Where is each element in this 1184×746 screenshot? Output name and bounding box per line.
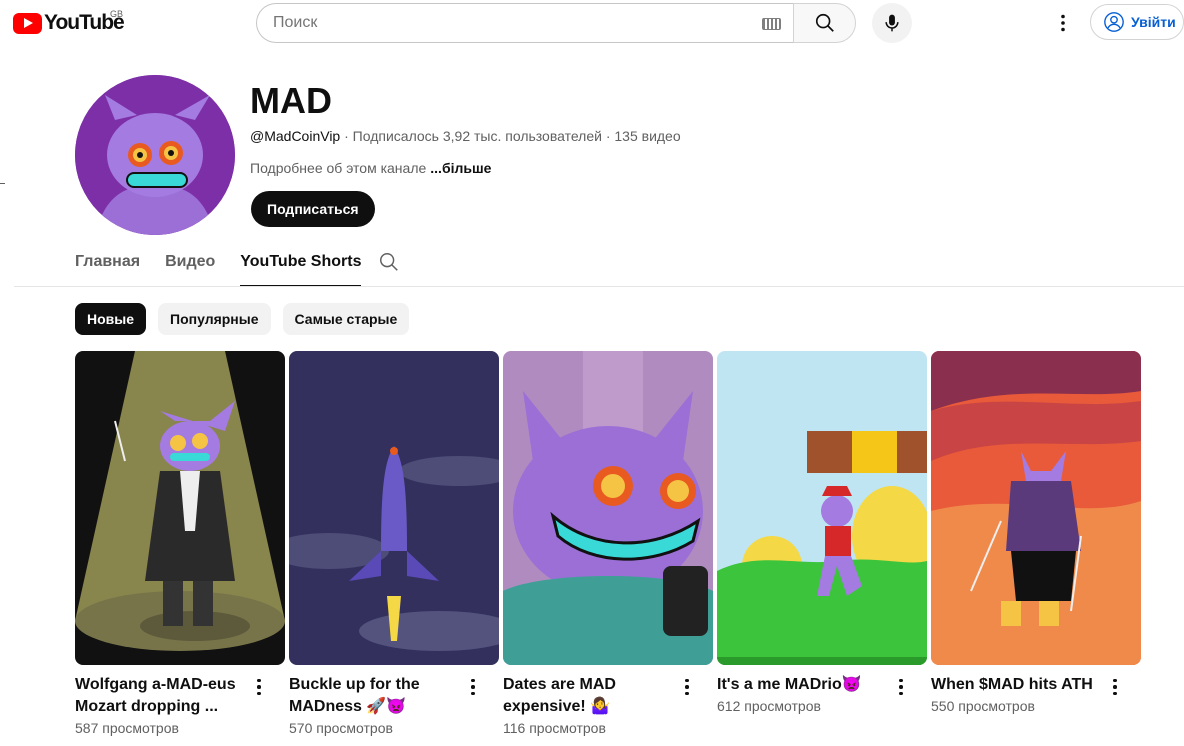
tab-home[interactable]: Главная [75,246,140,286]
keyboard-icon[interactable] [762,18,781,30]
short-item[interactable]: It's a me MADrio👿 612 просмотров [717,351,927,736]
chip-oldest[interactable]: Самые старые [282,303,410,335]
short-menu-button[interactable] [677,675,697,699]
sort-chips: Новые Популярные Самые старые [75,303,421,335]
short-menu-button[interactable] [249,675,269,699]
signin-button[interactable]: Увійти [1090,4,1184,40]
short-thumbnail[interactable] [717,351,927,665]
short-item[interactable]: When $MAD hits ATH 550 просмотров [931,351,1141,736]
youtube-play-icon [13,12,42,34]
short-views: 550 просмотров [931,698,1035,714]
vertical-dots-icon [1061,14,1065,32]
masthead: YouTube GB Увійти [0,0,1184,46]
voice-search-button[interactable] [872,3,912,43]
short-title[interactable]: Wolfgang a-MAD-eus Mozart dropping ... [75,674,245,718]
short-menu-button[interactable] [1105,675,1125,699]
short-views: 116 просмотров [503,720,606,736]
description-text: Подробнее об этом канале [250,160,427,176]
youtube-logo[interactable]: YouTube [13,11,125,35]
search-icon [815,13,834,32]
settings-more-button[interactable] [1050,10,1076,36]
short-title[interactable]: When $MAD hits ATH [931,674,1101,696]
channel-search-button[interactable] [378,251,400,273]
tab-shorts[interactable]: YouTube Shorts [240,246,362,287]
shorts-grid: Wolfgang a-MAD-eus Mozart dropping ... 5… [75,351,1145,736]
short-title[interactable]: Buckle up for the MADness 🚀👿 [289,674,459,718]
short-views: 587 просмотров [75,720,179,736]
tab-videos[interactable]: Видео [165,246,215,286]
short-views: 612 просмотров [717,698,821,714]
channel-meta: @MadCoinVip · Подписалось 3,92 тыс. поль… [250,128,681,144]
short-item[interactable]: Dates are MAD expensive! 🤷‍♀️ 116 просмо… [503,351,713,736]
short-views: 570 просмотров [289,720,393,736]
short-item[interactable]: Buckle up for the MADness 🚀👿 570 просмот… [289,351,499,736]
channel-handle: @MadCoinVip [250,128,341,144]
channel-title: MAD [250,80,332,121]
divider [0,183,5,184]
channel-description[interactable]: Подробнее об этом канале ...більше [250,160,491,176]
more-link[interactable]: ...більше [430,160,491,176]
tabs-divider [14,286,1184,287]
short-thumbnail[interactable] [75,351,285,665]
search-input[interactable] [273,14,743,32]
search-button[interactable] [793,3,856,43]
search-box [256,3,793,43]
subscribe-button[interactable]: Подписаться [251,191,375,227]
short-menu-button[interactable] [891,675,911,699]
signin-label: Увійти [1131,14,1176,30]
channel-stats: · Подписалось 3,92 тыс. пользователей · … [340,128,681,144]
region-code: GB [110,9,124,19]
channel-tabs: Главная Видео YouTube Shorts [75,246,386,287]
chip-popular[interactable]: Популярные [158,303,271,335]
short-title[interactable]: It's a me MADrio👿 [717,674,887,696]
short-title[interactable]: Dates are MAD expensive! 🤷‍♀️ [503,674,673,718]
short-item[interactable]: Wolfgang a-MAD-eus Mozart dropping ... 5… [75,351,285,736]
account-icon [1104,12,1124,32]
short-thumbnail[interactable] [503,351,713,665]
channel-avatar [75,75,235,235]
microphone-icon [885,14,899,32]
short-thumbnail[interactable] [289,351,499,665]
chip-newest[interactable]: Новые [75,303,147,335]
short-thumbnail[interactable] [931,351,1141,665]
search-icon [380,253,398,271]
short-menu-button[interactable] [463,675,483,699]
